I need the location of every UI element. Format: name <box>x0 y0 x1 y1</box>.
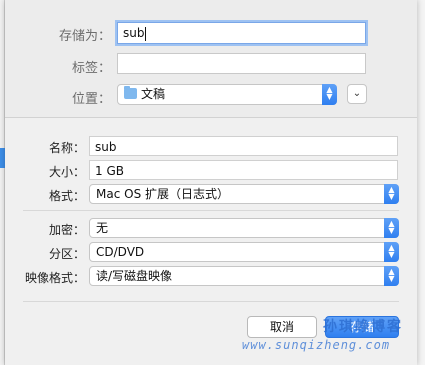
encryption-popup[interactable]: 无 ▲ ▼ <box>89 218 399 238</box>
save-as-label: 存储为： <box>58 29 111 44</box>
expand-dialog-button[interactable]: ⌄ <box>347 84 367 104</box>
tags-label: 标签： <box>71 61 111 76</box>
partition-label: 分区： <box>48 247 85 261</box>
popup-arrows-icon: ▲ ▼ <box>384 266 399 286</box>
size-input[interactable]: 1 GB <box>89 160 398 180</box>
location-popup[interactable]: 文稿 ▲ ▼ <box>117 84 337 105</box>
partition-value: CD/DVD <box>96 245 145 259</box>
watermark-url: www.sunqizheng.com <box>242 338 391 352</box>
format-label: 格式： <box>48 189 85 203</box>
tags-input[interactable] <box>117 53 366 74</box>
name-label: 名称： <box>48 141 85 155</box>
encryption-value: 无 <box>96 221 109 235</box>
chevron-down-icon: ⌄ <box>352 88 362 99</box>
format-value: Mac OS 扩展（日志式） <box>96 187 229 201</box>
section-divider <box>23 210 399 211</box>
save-as-value: sub <box>123 26 145 40</box>
popup-arrows-icon: ▲ ▼ <box>384 184 399 204</box>
image-format-label: 映像格式： <box>24 271 85 285</box>
format-popup[interactable]: Mac OS 扩展（日志式） ▲ ▼ <box>89 184 399 204</box>
popup-arrows-icon: ▲ ▼ <box>384 242 399 262</box>
save-as-input[interactable]: sub <box>117 22 366 44</box>
name-input[interactable]: sub <box>89 136 398 156</box>
size-label: 大小： <box>48 165 85 179</box>
encryption-label: 加密： <box>48 223 85 237</box>
image-format-value: 读/写磁盘映像 <box>96 269 173 283</box>
save-panel-header: 存储为： sub 标签： 位置： 文稿 ▲ ▼ ⌄ <box>5 0 417 117</box>
popup-arrows-icon: ▲ ▼ <box>384 218 399 238</box>
watermark-logo: 孙琪峥博客 <box>323 319 403 335</box>
section-divider <box>23 301 399 302</box>
image-format-popup[interactable]: 读/写磁盘映像 ▲ ▼ <box>89 266 399 286</box>
background-window-edge <box>417 0 425 365</box>
cancel-button[interactable]: 取消 <box>247 316 317 338</box>
location-label: 位置： <box>71 92 111 107</box>
save-disk-image-dialog: 存储为： sub 标签： 位置： 文稿 ▲ ▼ ⌄ 名称： sub 大小： 1 G… <box>5 0 417 365</box>
location-value: 文稿 <box>141 87 166 101</box>
folder-icon <box>124 86 137 99</box>
text-caret <box>145 26 147 41</box>
popup-arrows-icon: ▲ ▼ <box>322 84 337 105</box>
partition-popup[interactable]: CD/DVD ▲ ▼ <box>89 242 399 262</box>
